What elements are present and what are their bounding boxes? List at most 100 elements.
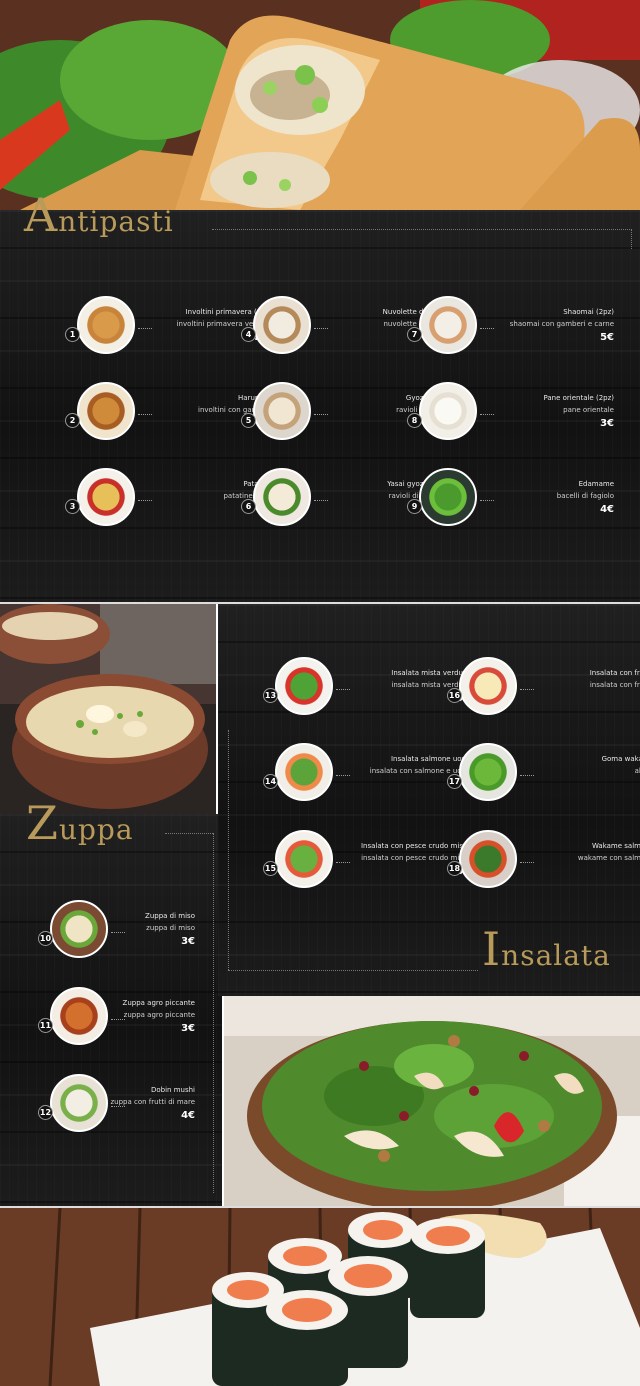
- zuppa-title-rest: uppa: [58, 813, 134, 846]
- zuppa-title-rule: [165, 833, 213, 834]
- leader-dots: [138, 414, 152, 415]
- item-number-badge: 1: [65, 327, 80, 342]
- fruit-salad-thumbnail: [459, 657, 517, 715]
- item-description: alghe: [634, 767, 640, 775]
- item-price: 5€: [600, 332, 614, 343]
- item-name: Dobin mushi: [150, 1086, 195, 1094]
- item-name: Pane orientale (2pz): [543, 394, 614, 402]
- menu-item-11: 11 Zuppa agro piccante zuppa agro piccante…: [38, 985, 195, 1047]
- leader-dots: [111, 1106, 125, 1107]
- leader-dots: [520, 689, 534, 690]
- menu-item-7: 7 Shaomai (2pz) shaomai con gamberi e carn…: [407, 294, 614, 356]
- hot-sour-soup-thumbnail: [50, 987, 108, 1045]
- leader-dots: [314, 328, 328, 329]
- insalata-title-initial: I: [482, 922, 502, 976]
- leader-dots: [336, 775, 350, 776]
- harumaki-thumbnail: [77, 382, 135, 440]
- antipasti-title-rest: ntipasti: [58, 205, 174, 238]
- item-description: wakame con salmone: [577, 854, 640, 862]
- wakame-thumbnail: [459, 743, 517, 801]
- menu-item-18: 18Wakame salmonewakame con salmone6€: [447, 828, 640, 890]
- item-number-badge: 18: [447, 861, 462, 876]
- menu-item-9: 9 Edamame bacelli di fagiolo 4€: [407, 466, 614, 528]
- menu-item-10: 10 Zuppa di miso zuppa di miso 3€: [38, 898, 195, 960]
- insalata-left-rule: [228, 730, 229, 970]
- wakame-salmon-thumbnail: [459, 830, 517, 888]
- leader-dots: [138, 328, 152, 329]
- item-name: Zuppa di miso: [145, 912, 195, 920]
- item-name: Edamame: [578, 480, 614, 488]
- item-number-badge: 9: [407, 499, 422, 514]
- leader-dots: [314, 414, 328, 415]
- leader-dots: [111, 932, 125, 933]
- item-description: bacelli di fagiolo: [556, 492, 614, 500]
- fries-thumbnail: [77, 468, 135, 526]
- item-number-badge: 7: [407, 327, 422, 342]
- antipasti-title-rule: [212, 229, 632, 230]
- fish-salad-thumbnail: [275, 830, 333, 888]
- leader-dots: [336, 689, 350, 690]
- leader-dots: [480, 328, 494, 329]
- item-number-badge: 11: [38, 1018, 53, 1033]
- antipasti-right-rule: [631, 229, 632, 249]
- menu-item-16: 16 Insalata con frutta insalata con frutta…: [447, 655, 640, 717]
- leader-dots: [314, 500, 328, 501]
- zuppa-title-initial: Z: [26, 796, 59, 850]
- menu-item-3: 3Patatinepatatine fritte3€: [65, 466, 272, 528]
- item-description: zuppa di miso: [146, 924, 195, 932]
- spring-roll-thumbnail: [77, 296, 135, 354]
- item-number-badge: 17: [447, 774, 462, 789]
- insalata-title: Insalata: [482, 922, 611, 976]
- item-name: Goma wakame: [601, 755, 640, 763]
- menu-item-1: 1 Involtini primavera (3pz) involtini prim…: [65, 294, 272, 356]
- item-price: 3€: [181, 936, 195, 947]
- item-number-badge: 13: [263, 688, 278, 703]
- crackers-thumbnail: [253, 296, 311, 354]
- leader-dots: [111, 1019, 125, 1020]
- leader-dots: [520, 775, 534, 776]
- insalata-title-rest: nsalata: [501, 939, 611, 972]
- miso-thumbnail: [50, 900, 108, 958]
- leader-dots: [520, 862, 534, 863]
- item-name: Insalata con frutta: [589, 669, 640, 677]
- item-price: 4€: [600, 504, 614, 515]
- sushi-rolls-photo: [0, 1208, 640, 1386]
- item-number-badge: 2: [65, 413, 80, 428]
- item-description: shaomai con gamberi e carne: [509, 320, 614, 328]
- dobin-mushi-thumbnail: [50, 1074, 108, 1132]
- zuppa-right-rule: [213, 833, 214, 1193]
- menu-item-15: 15 Insalata con pesce crudo misto insalata…: [263, 828, 470, 890]
- gyoza-thumbnail: [253, 382, 311, 440]
- antipasti-title: Antipasti: [24, 188, 174, 242]
- item-name: Shaomai (2pz): [563, 308, 614, 316]
- spring-rolls-photo: [0, 0, 640, 210]
- shaomai-thumbnail: [419, 296, 477, 354]
- bun-thumbnail: [419, 382, 477, 440]
- item-number-badge: 5: [241, 413, 256, 428]
- leader-dots: [138, 500, 152, 501]
- zuppa-title: Zuppa: [26, 796, 134, 850]
- veg-gyoza-thumbnail: [253, 468, 311, 526]
- menu-item-2: 2Harumakiinvoltini con gamberi3€: [65, 380, 272, 442]
- salmon-salad-thumbnail: [275, 743, 333, 801]
- item-number-badge: 15: [263, 861, 278, 876]
- item-description: insalata con frutta: [589, 681, 640, 689]
- antipasti-title-initial: A: [24, 188, 59, 242]
- menu-item-17: 17Goma wakamealghe5€: [447, 741, 640, 803]
- item-number-badge: 14: [263, 774, 278, 789]
- menu-item-14: 14 Insalata salmone uova insalata con salm…: [263, 741, 470, 803]
- menu-item-13: 13 Insalata mista verdure insalata mista v…: [263, 655, 470, 717]
- item-number-badge: 16: [447, 688, 462, 703]
- item-price: 3€: [181, 1023, 195, 1034]
- leader-dots: [336, 862, 350, 863]
- item-description: zuppa agro piccante: [123, 1011, 195, 1019]
- item-number-badge: 6: [241, 499, 256, 514]
- miso-soup-photo: [0, 604, 216, 814]
- item-description: zuppa con frutti di mare: [110, 1098, 196, 1106]
- item-number-badge: 10: [38, 931, 53, 946]
- item-number-badge: 12: [38, 1105, 53, 1120]
- item-price: 3€: [600, 418, 614, 429]
- item-price: 4€: [181, 1110, 195, 1121]
- item-description: pane orientale: [563, 406, 614, 414]
- leader-dots: [480, 414, 494, 415]
